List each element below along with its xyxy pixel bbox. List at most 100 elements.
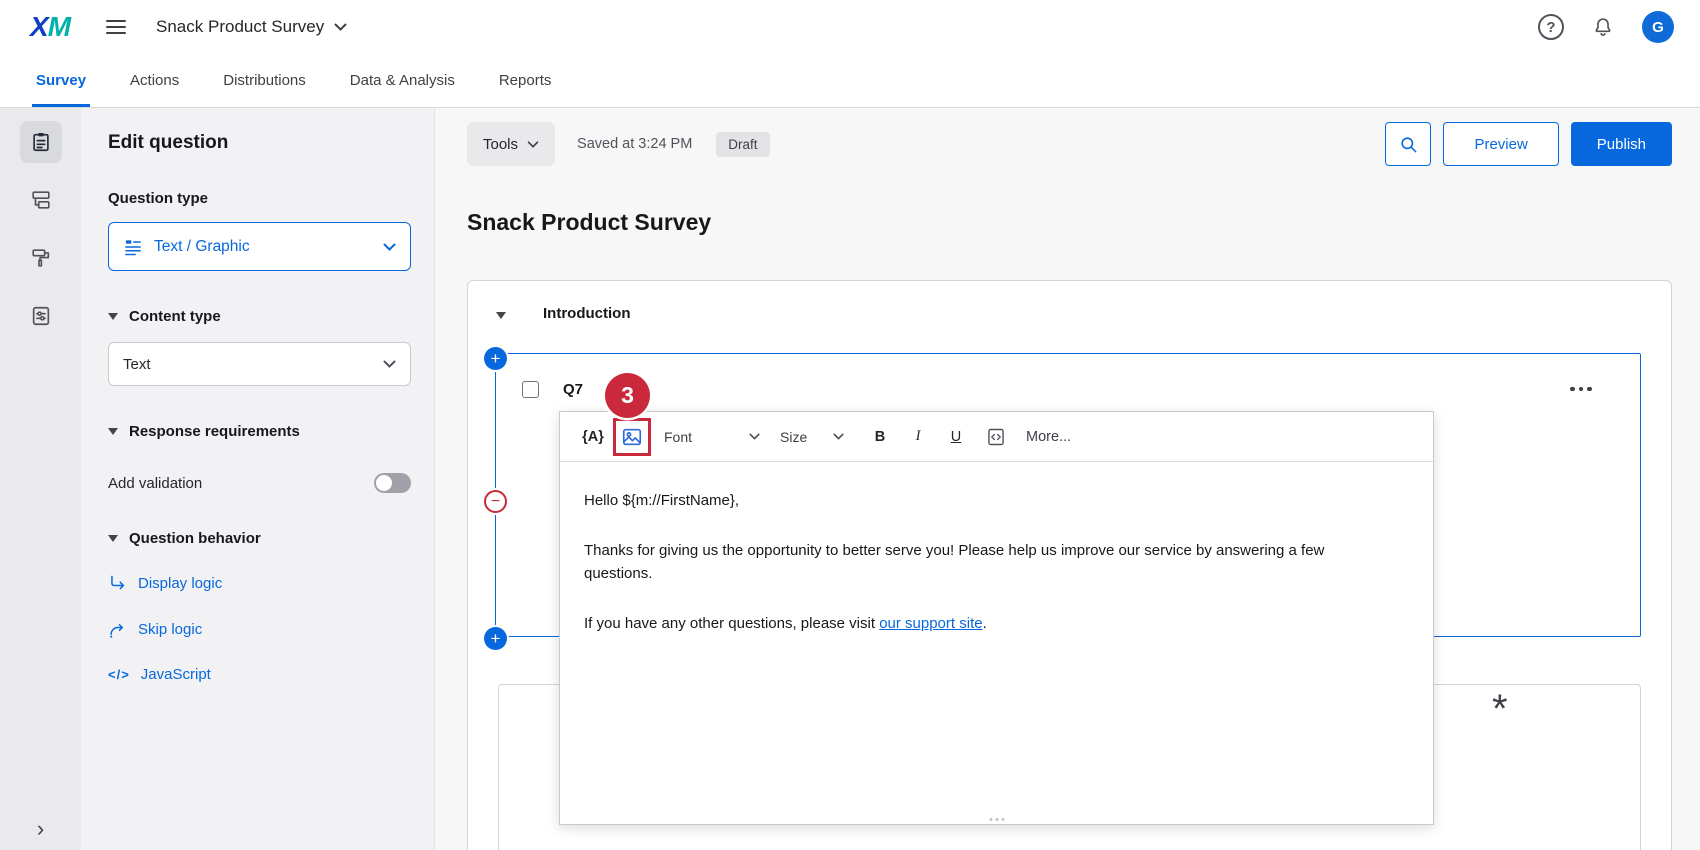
left-icon-rail: ›: [0, 108, 81, 850]
survey-title: Snack Product Survey: [156, 17, 324, 37]
add-validation-row: Add validation: [108, 473, 411, 493]
tab-distributions[interactable]: Distributions: [223, 54, 306, 107]
dot: [1579, 387, 1584, 392]
primary-nav: Survey Actions Distributions Data & Anal…: [0, 54, 1700, 108]
question-id: Q7: [563, 381, 583, 398]
rte-resize-handle[interactable]: [989, 818, 1004, 821]
add-validation-label: Add validation: [108, 475, 202, 492]
annotation-step-number: 3: [605, 373, 650, 418]
response-requirements-section-header[interactable]: Response requirements: [108, 423, 411, 440]
insert-image-button[interactable]: [618, 423, 646, 451]
paint-roller-icon: [30, 247, 52, 269]
add-validation-toggle[interactable]: [374, 473, 411, 493]
rail-survey-builder-button[interactable]: [20, 121, 62, 163]
chevron-down-icon: [383, 360, 396, 368]
question-checkbox[interactable]: [522, 381, 539, 398]
editor-paragraph: Hello ${m://FirstName},: [584, 489, 1374, 512]
code-icon: </>: [108, 667, 130, 682]
help-button[interactable]: ?: [1538, 14, 1564, 40]
image-icon: [621, 426, 643, 448]
save-status: Saved at 3:24 PM: [577, 136, 692, 152]
support-site-link[interactable]: our support site: [879, 615, 982, 632]
flow-blocks-icon: [30, 189, 52, 211]
response-requirements-label: Response requirements: [129, 423, 300, 440]
caret-down-icon: [108, 428, 118, 435]
paragraph-text: .: [983, 615, 987, 632]
xm-logo-m: M: [48, 11, 70, 42]
rail-survey-flow-button[interactable]: [20, 179, 62, 221]
skip-logic-label: Skip logic: [138, 621, 202, 638]
edit-question-panel: Edit question Question type Text / Graph…: [81, 108, 435, 850]
question-type-value: Text / Graphic: [154, 238, 250, 256]
draft-badge: Draft: [716, 132, 769, 157]
notifications-button[interactable]: [1586, 10, 1620, 44]
more-options-button[interactable]: More...: [1026, 429, 1071, 445]
xm-logo-x: X: [30, 11, 48, 42]
preview-button[interactable]: Preview: [1443, 122, 1558, 166]
display-logic-label: Display logic: [138, 575, 222, 592]
font-select-label: Font: [664, 429, 692, 445]
source-code-icon: [986, 427, 1006, 447]
rich-text-editor: {A} Font Size B: [559, 411, 1434, 825]
piped-text-button[interactable]: {A}: [578, 429, 608, 445]
question-type-label: Question type: [108, 190, 411, 207]
underline-button[interactable]: U: [944, 429, 968, 445]
content-type-section-header[interactable]: Content type: [108, 308, 411, 325]
avatar[interactable]: G: [1642, 11, 1674, 43]
block-title: Introduction: [543, 305, 630, 322]
question-behavior-label: Question behavior: [129, 530, 261, 547]
search-button[interactable]: [1385, 122, 1431, 166]
hamburger-icon: [106, 19, 126, 35]
block-collapse-caret[interactable]: [496, 312, 506, 319]
xm-logo[interactable]: XM: [30, 11, 70, 43]
skip-logic-link[interactable]: Skip logic: [108, 620, 411, 639]
toggle-knob: [376, 475, 392, 491]
chevron-down-icon: [833, 433, 844, 440]
question-behavior-section-header[interactable]: Question behavior: [108, 530, 411, 547]
size-select[interactable]: Size: [780, 429, 844, 445]
remove-question-button[interactable]: −: [484, 490, 507, 513]
tab-data-analysis[interactable]: Data & Analysis: [350, 54, 455, 107]
chevron-down-icon: [334, 23, 347, 31]
question-mark-icon: ?: [1546, 19, 1555, 36]
rail-look-feel-button[interactable]: [20, 237, 62, 279]
javascript-link[interactable]: </> JavaScript: [108, 666, 411, 683]
branch-arrow-icon: [108, 574, 127, 593]
tools-menu-button[interactable]: Tools: [467, 122, 555, 166]
page-title: Snack Product Survey: [467, 209, 711, 236]
qualtrics-survey-editor: XM Snack Product Survey ? G Survey Actio…: [0, 0, 1700, 850]
source-code-button[interactable]: [982, 427, 1010, 447]
tab-survey[interactable]: Survey: [36, 54, 86, 107]
bold-button[interactable]: B: [868, 429, 892, 445]
add-question-below-button[interactable]: +: [484, 627, 507, 650]
survey-title-menu[interactable]: Snack Product Survey: [156, 17, 347, 37]
paragraph-text: If you have any other questions, please …: [584, 615, 879, 632]
publish-button[interactable]: Publish: [1571, 122, 1672, 166]
settings-sliders-icon: [30, 305, 52, 327]
collapse-panel-button[interactable]: ›: [0, 818, 81, 840]
introduction-block-card: Introduction Q7 + − + {A}: [467, 280, 1672, 850]
search-icon: [1399, 135, 1418, 154]
rail-survey-options-button[interactable]: [20, 295, 62, 337]
question-type-select[interactable]: Text / Graphic: [108, 222, 411, 271]
content-type-value: Text: [123, 356, 151, 373]
rich-text-content[interactable]: Hello ${m://FirstName}, Thanks for givin…: [560, 462, 1433, 689]
add-question-above-button[interactable]: +: [484, 347, 507, 370]
hamburger-menu-button[interactable]: [100, 13, 132, 41]
font-select[interactable]: Font: [664, 429, 760, 445]
editor-toolbar: Tools Saved at 3:24 PM Draft Preview Pub…: [467, 122, 1672, 166]
content-type-select[interactable]: Text: [108, 342, 411, 386]
tab-reports[interactable]: Reports: [499, 54, 552, 107]
chevron-down-icon: [383, 243, 396, 251]
bell-icon: [1592, 16, 1614, 38]
text-graphic-icon: [123, 237, 143, 257]
rich-text-toolbar: {A} Font Size B: [560, 412, 1433, 462]
chevron-down-icon: [749, 433, 760, 440]
tab-actions[interactable]: Actions: [130, 54, 179, 107]
tools-label: Tools: [483, 136, 518, 153]
display-logic-link[interactable]: Display logic: [108, 574, 411, 593]
dot: [1570, 387, 1575, 392]
javascript-label: JavaScript: [141, 666, 211, 683]
question-menu-button[interactable]: [1564, 377, 1598, 401]
italic-button[interactable]: I: [906, 428, 930, 445]
